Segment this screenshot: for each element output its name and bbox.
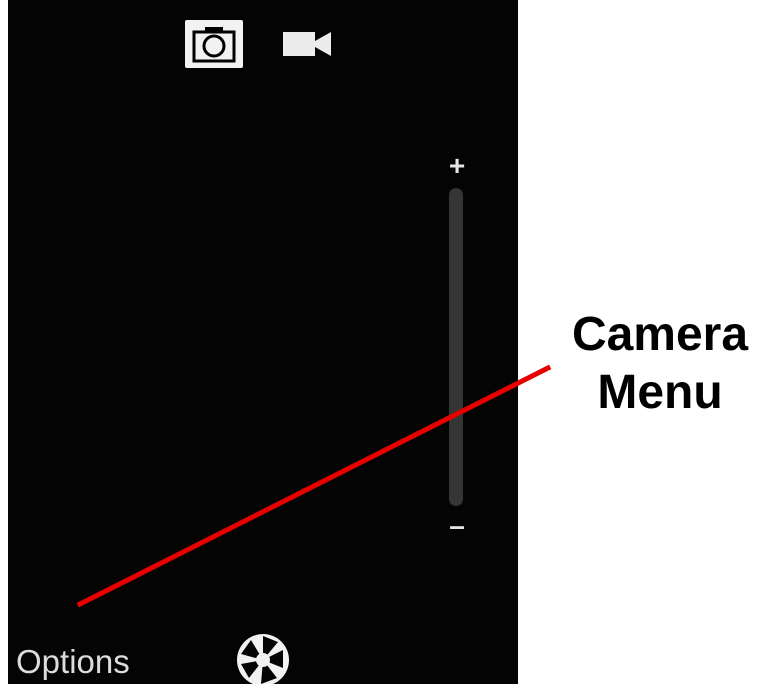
options-button[interactable]: Options (16, 642, 130, 682)
zoom-control: + – (437, 150, 477, 540)
photo-mode-button[interactable] (185, 20, 243, 68)
callout-label-line-1: Camera (571, 308, 749, 361)
callout-label-line-2: Menu (597, 366, 723, 419)
zoom-slider-track[interactable] (449, 188, 463, 506)
camera-screen: + – Options (8, 0, 518, 684)
zoom-out-button[interactable]: – (437, 512, 477, 540)
video-mode-button[interactable] (277, 20, 337, 68)
shutter-button[interactable] (233, 630, 293, 684)
callout-label: Camera Menu (548, 306, 772, 422)
camera-mode-switch (185, 20, 345, 72)
aperture-icon (237, 634, 289, 684)
video-camera-icon (283, 32, 331, 56)
camera-icon (192, 27, 236, 63)
zoom-in-button[interactable]: + (437, 152, 477, 180)
